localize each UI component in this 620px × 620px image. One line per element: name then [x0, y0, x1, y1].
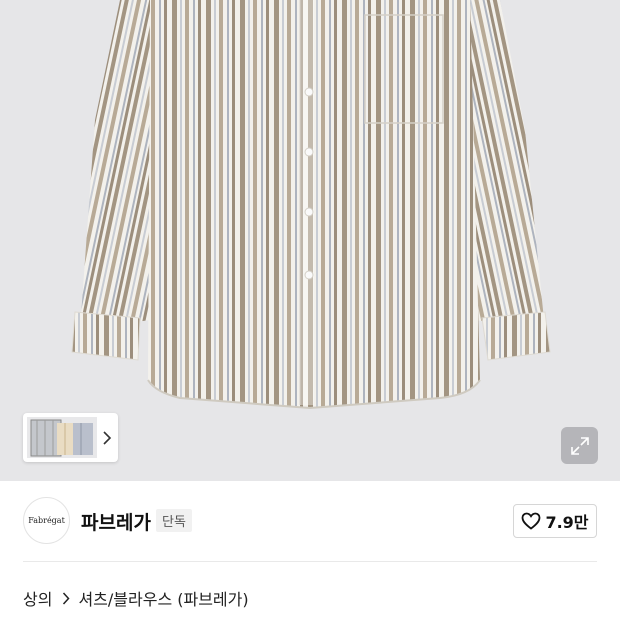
brand-logo-text: Fabrégat — [28, 516, 65, 525]
heart-outline-icon — [522, 512, 541, 530]
expand-image-button[interactable] — [561, 427, 598, 464]
expand-arrows-icon — [570, 436, 589, 455]
chevron-right-icon — [63, 591, 70, 605]
like-button[interactable]: 7.9만 — [513, 504, 597, 538]
breadcrumb-separator — [62, 591, 70, 605]
divider — [23, 561, 597, 562]
thumbnail-next-button[interactable] — [97, 417, 117, 458]
breadcrumb-item-subcategory[interactable]: 셔츠/블라우스 (파브레가) — [78, 586, 248, 610]
brand-row: Fabrégat 파브레가 단독 7.9만 — [0, 481, 620, 561]
chevron-right-icon — [103, 430, 112, 445]
product-image-gallery[interactable] — [0, 0, 620, 481]
thumbnail-image[interactable] — [27, 417, 97, 458]
breadcrumb-item-category[interactable]: 상의 — [23, 586, 52, 610]
product-image — [71, 0, 551, 410]
thumbnail-shirts-image — [27, 417, 97, 458]
brand-logo[interactable]: Fabrégat — [23, 497, 70, 544]
like-count: 7.9만 — [545, 513, 589, 532]
brand-name[interactable]: 파브레가 — [81, 508, 151, 535]
exclusive-badge: 단독 — [156, 509, 192, 532]
thumbnail-strip[interactable] — [23, 413, 118, 462]
breadcrumb: 상의 셔츠/블라우스 (파브레가) — [23, 587, 249, 609]
